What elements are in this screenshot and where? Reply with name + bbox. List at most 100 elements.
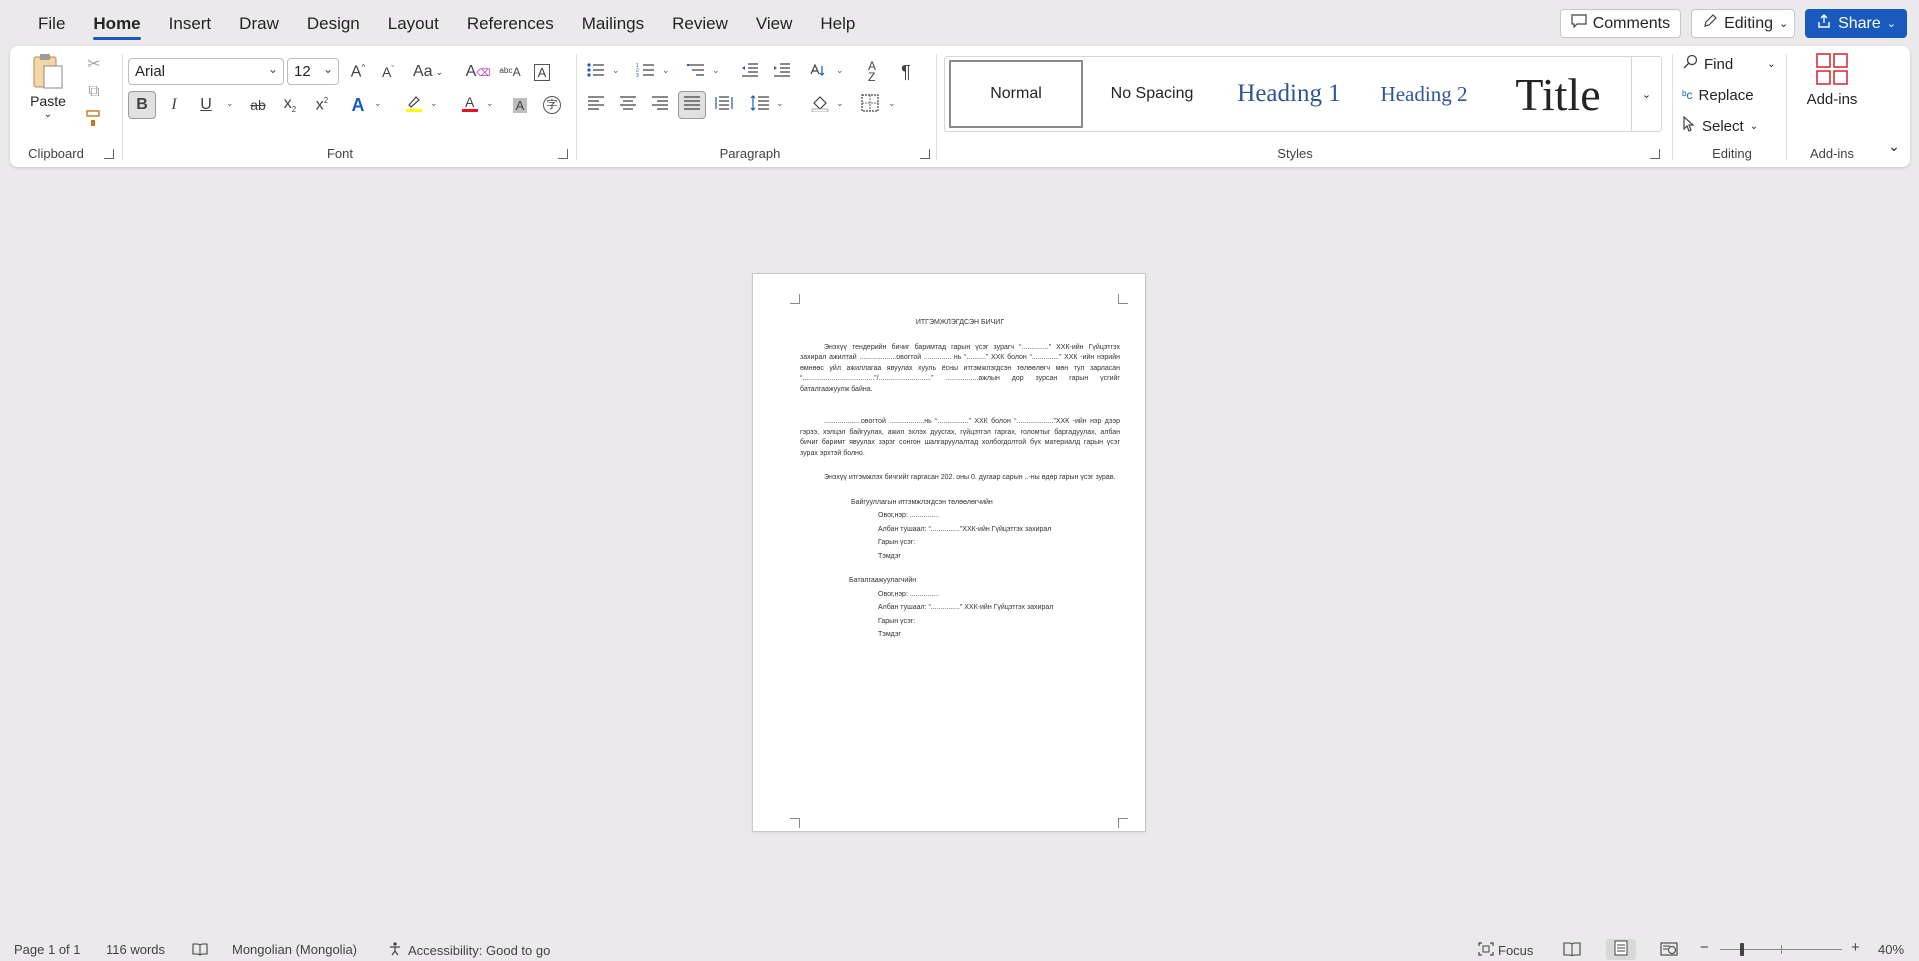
signature-1-signature: Гарын үсэг: — [878, 539, 916, 546]
editing-mode-button[interactable]: Editing ⌄ — [1691, 9, 1796, 38]
font-color-button[interactable]: A — [456, 91, 484, 119]
show-hide-marks-button[interactable]: ¶ — [892, 58, 920, 86]
chevron-down-icon[interactable]: ⌄ — [776, 98, 784, 109]
tab-design[interactable]: Design — [293, 0, 374, 46]
copy-button[interactable]: ⧉ — [80, 78, 108, 106]
superscript-button[interactable]: x2 — [308, 91, 336, 119]
subscript-button[interactable]: x2 — [276, 91, 304, 119]
distributed-button[interactable] — [710, 91, 738, 119]
styles-more-button[interactable]: ⌄ — [1631, 57, 1661, 131]
clipboard-dialog-launcher[interactable] — [104, 149, 114, 159]
distributed-icon — [715, 95, 733, 115]
tab-help[interactable]: Help — [806, 0, 869, 46]
justify-button[interactable] — [678, 91, 706, 119]
editing-mode-label: Editing — [1724, 14, 1773, 32]
web-layout-button[interactable] — [1660, 942, 1678, 959]
read-mode-button[interactable] — [1563, 942, 1581, 959]
decrease-indent-button[interactable] — [736, 58, 764, 86]
chevron-down-icon[interactable]: ⌄ — [836, 65, 844, 76]
page-count[interactable]: Page 1 of 1 — [14, 942, 81, 957]
multilevel-list-button[interactable] — [682, 58, 710, 86]
font-size-combo[interactable]: 12 ⌄ — [287, 58, 339, 85]
paste-button[interactable]: Paste ⌄ — [28, 52, 68, 122]
sort-button[interactable]: AZ — [858, 58, 886, 86]
zoom-in-button[interactable]: + — [1851, 939, 1860, 956]
language-indicator[interactable]: Mongolian (Mongolia) — [232, 942, 357, 957]
style-normal[interactable]: Normal — [949, 60, 1083, 128]
pilcrow-icon: ¶ — [901, 61, 911, 82]
document-body[interactable]: ИТГЭМЖЛЭГДСЭН БИЧИГ Энэхүү тендерийн бич… — [800, 318, 1120, 641]
format-painter-button[interactable] — [80, 106, 108, 134]
tab-home[interactable]: Home — [79, 0, 154, 46]
replace-button[interactable]: ᵇc Replace — [1682, 83, 1754, 107]
select-button[interactable]: Select ⌄ — [1682, 114, 1758, 138]
chevron-down-icon[interactable]: ⌄ — [226, 98, 234, 109]
chevron-down-icon[interactable]: ⌄ — [662, 65, 670, 76]
tab-layout[interactable]: Layout — [374, 0, 453, 46]
word-count[interactable]: 116 words — [106, 942, 165, 957]
zoom-out-button[interactable]: − — [1700, 939, 1709, 956]
find-button[interactable]: Find ⌄ — [1682, 52, 1776, 76]
share-button[interactable]: Share ⌄ — [1805, 9, 1907, 38]
add-ins-button[interactable]: Add-ins — [1794, 52, 1870, 108]
zoom-level[interactable]: 40% — [1878, 942, 1904, 957]
cut-button[interactable]: ✂ — [80, 50, 108, 78]
accessibility-status[interactable]: Accessibility: Good to go — [388, 942, 550, 959]
bold-button[interactable]: B — [128, 91, 156, 119]
change-case-label: Aa — [412, 63, 433, 80]
font-name-combo[interactable]: Arial ⌄ — [128, 58, 284, 85]
change-case-button[interactable]: Aa ⌄ — [408, 58, 448, 86]
align-center-button[interactable] — [614, 91, 642, 119]
style-heading-2[interactable]: Heading 2 — [1359, 60, 1489, 128]
highlight-color-button[interactable] — [400, 91, 428, 119]
focus-mode-button[interactable]: Focus — [1478, 942, 1533, 959]
tab-references[interactable]: References — [453, 0, 568, 46]
enclose-characters-button[interactable]: 字 — [538, 91, 566, 119]
chevron-down-icon[interactable]: ⌄ — [888, 98, 896, 109]
line-spacing-button[interactable] — [746, 91, 774, 119]
strikethrough-button[interactable]: ab — [244, 91, 272, 119]
tab-file[interactable]: File — [24, 0, 79, 46]
chevron-down-icon[interactable]: ⌄ — [836, 98, 844, 109]
increase-indent-button[interactable] — [768, 58, 796, 86]
chevron-down-icon[interactable]: ⌄ — [430, 98, 438, 109]
document-page[interactable]: ИТГЭМЖЛЭГДСЭН БИЧИГ Энэхүү тендерийн бич… — [752, 273, 1146, 832]
italic-button[interactable]: I — [160, 91, 188, 119]
style-title[interactable]: Title — [1493, 60, 1623, 128]
style-no-spacing[interactable]: No Spacing — [1087, 60, 1217, 128]
shrink-font-button[interactable]: Aˇ — [374, 58, 402, 86]
character-shading-button[interactable]: A — [506, 91, 534, 119]
numbering-button[interactable]: 123 — [632, 58, 660, 86]
tab-mailings[interactable]: Mailings — [568, 0, 658, 46]
tab-review[interactable]: Review — [658, 0, 742, 46]
zoom-slider-thumb[interactable] — [1740, 943, 1744, 956]
tab-insert[interactable]: Insert — [155, 0, 226, 46]
chevron-down-icon[interactable]: ⌄ — [374, 98, 382, 109]
zoom-slider[interactable] — [1720, 943, 1842, 956]
shading-button[interactable] — [806, 91, 834, 119]
clear-formatting-button[interactable]: A⌫ — [464, 58, 492, 86]
grow-font-button[interactable]: A^ — [344, 58, 372, 86]
proofing-book-icon[interactable] — [192, 942, 208, 959]
chevron-down-icon[interactable]: ⌄ — [486, 98, 494, 109]
text-effects-button[interactable]: A — [344, 91, 372, 119]
align-left-button[interactable] — [582, 91, 610, 119]
text-direction-button[interactable] — [804, 58, 832, 86]
character-border-button[interactable]: A — [528, 58, 556, 86]
paragraph-dialog-launcher[interactable] — [920, 149, 930, 159]
underline-button[interactable]: U — [192, 91, 220, 119]
chevron-down-icon[interactable]: ⌄ — [712, 65, 720, 76]
tab-view[interactable]: View — [742, 0, 807, 46]
comments-button[interactable]: Comments — [1559, 9, 1682, 38]
borders-button[interactable] — [856, 91, 884, 119]
style-heading-1[interactable]: Heading 1 — [1221, 60, 1357, 128]
align-right-button[interactable] — [646, 91, 674, 119]
ribbon-collapse-button[interactable]: ⌄ — [1884, 138, 1904, 158]
font-dialog-launcher[interactable] — [558, 149, 568, 159]
phonetic-guide-button[interactable]: ᵃᵇᶜA — [496, 58, 524, 86]
tab-draw[interactable]: Draw — [225, 0, 293, 46]
chevron-down-icon[interactable]: ⌄ — [612, 65, 620, 76]
print-layout-button[interactable] — [1606, 939, 1636, 960]
styles-dialog-launcher[interactable] — [1650, 149, 1660, 159]
bullets-button[interactable] — [582, 58, 610, 86]
